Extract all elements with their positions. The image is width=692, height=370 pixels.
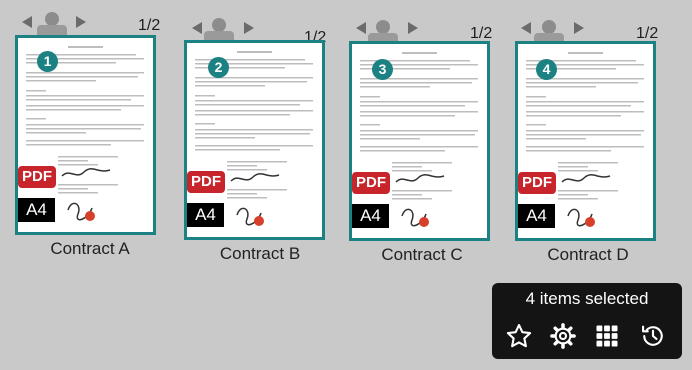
document-thumbnail[interactable]: 3 PDF A4 <box>349 41 490 241</box>
next-page-arrow-icon[interactable] <box>76 16 86 28</box>
selection-toolbar: 4 items selected <box>492 283 682 359</box>
previous-page-arrow-icon[interactable] <box>521 22 531 34</box>
history-icon[interactable] <box>639 322 667 350</box>
previous-page-arrow-icon[interactable] <box>22 16 32 28</box>
document-title: Contract C <box>381 245 463 264</box>
paper-size-badge: A4 <box>518 204 555 228</box>
pdf-badge: PDF <box>187 171 225 193</box>
selection-number: 4 <box>536 59 557 80</box>
document-card[interactable]: 1/2 2 PDF A4 Contract B <box>180 8 360 270</box>
document-title: Contract D <box>547 245 629 264</box>
selection-number: 1 <box>37 51 58 72</box>
selection-number: 2 <box>208 57 229 78</box>
selection-number: 3 <box>372 59 393 80</box>
next-page-arrow-icon[interactable] <box>574 22 584 34</box>
star-icon[interactable] <box>505 322 533 350</box>
page-count: 1/2 <box>138 17 161 34</box>
document-title: Contract B <box>219 244 301 263</box>
previous-page-arrow-icon[interactable] <box>356 22 366 34</box>
paper-size-badge: A4 <box>352 204 389 228</box>
document-card[interactable]: 1/2 4 PDF A4 Contract D <box>512 8 692 270</box>
next-page-arrow-icon[interactable] <box>408 22 418 34</box>
paper-size-badge: A4 <box>18 198 55 222</box>
next-page-arrow-icon[interactable] <box>244 22 254 34</box>
grid-icon[interactable] <box>593 322 621 350</box>
pdf-badge: PDF <box>18 166 56 188</box>
pdf-badge: PDF <box>518 172 556 194</box>
document-title: Contract A <box>50 239 130 258</box>
paper-size-badge: A4 <box>187 203 224 227</box>
pdf-badge: PDF <box>352 172 390 194</box>
selection-count-text: 4 items selected <box>525 289 649 308</box>
document-thumbnail[interactable]: 4 PDF A4 <box>515 41 656 241</box>
document-thumbnail[interactable]: 2 PDF A4 <box>184 40 325 240</box>
document-card[interactable]: 1/2 1 PDF A4 Contract A <box>12 8 192 270</box>
document-card[interactable]: 1/2 3 PDF A4 Contract C <box>346 8 526 270</box>
document-thumbnail[interactable]: 1 PDF A4 <box>15 35 156 235</box>
gear-icon[interactable] <box>549 322 577 350</box>
previous-page-arrow-icon[interactable] <box>192 22 202 34</box>
